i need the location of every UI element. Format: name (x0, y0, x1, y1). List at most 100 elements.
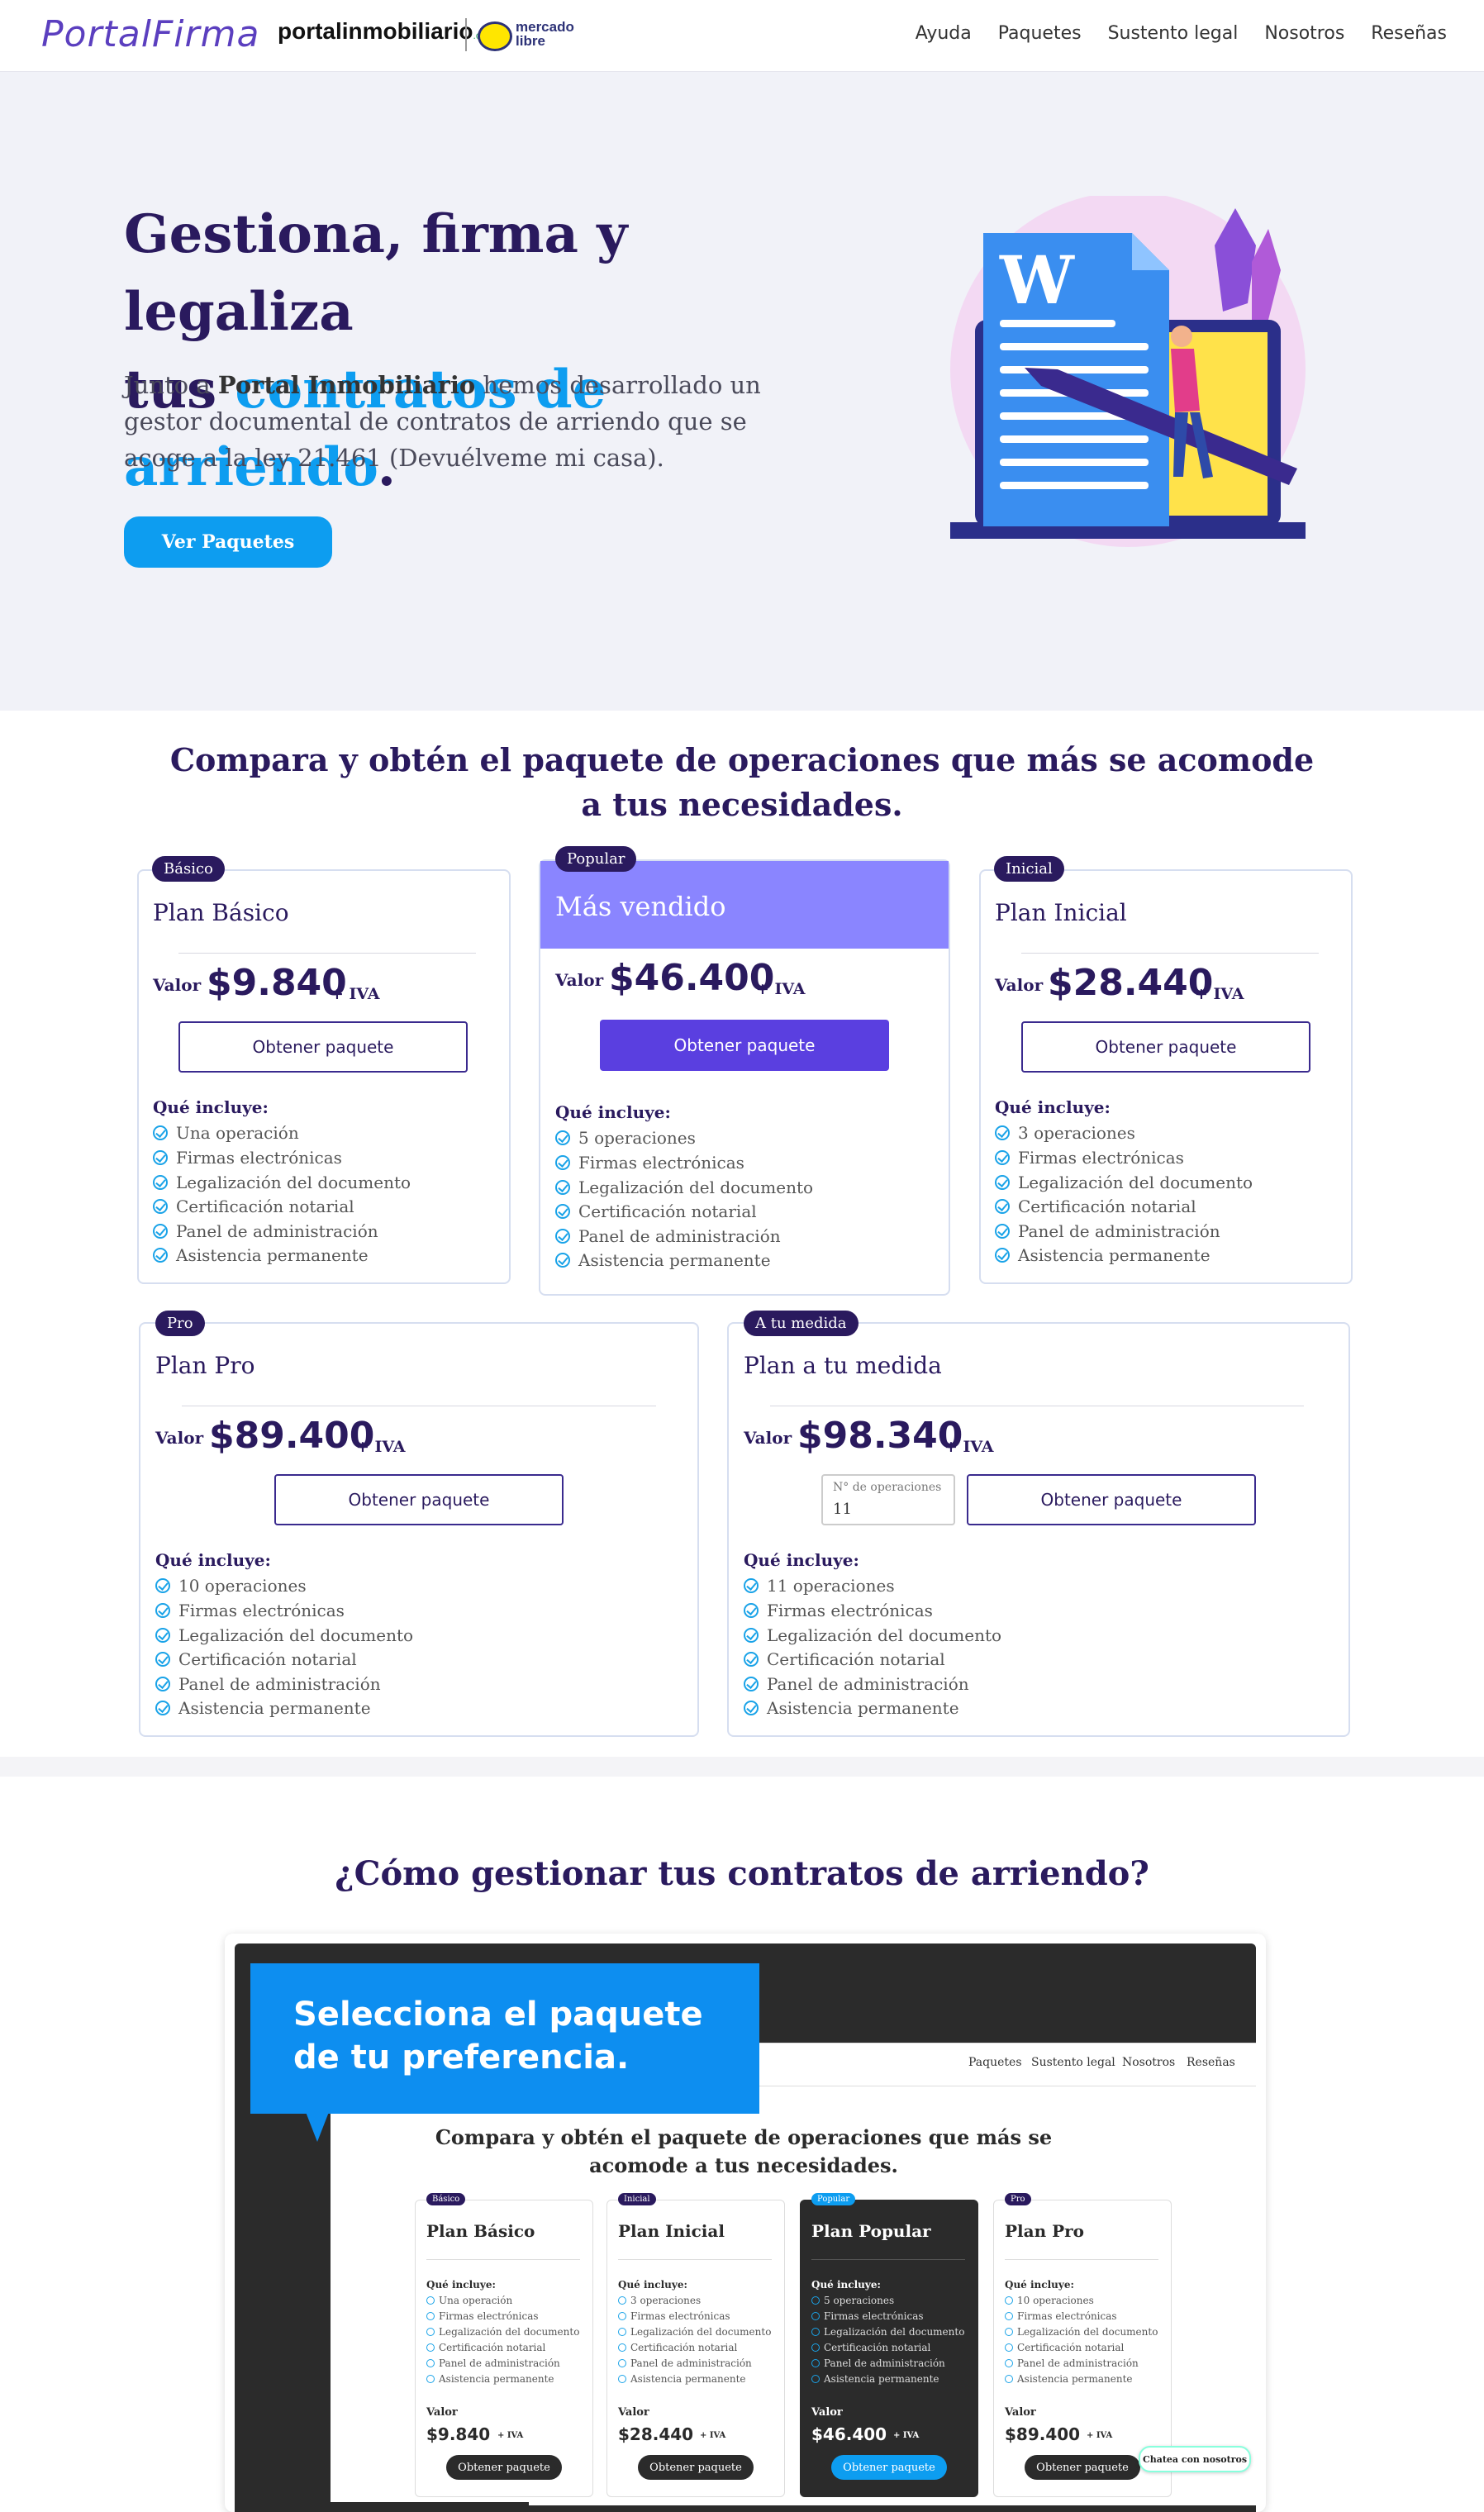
mini-valor-label: Valor (1005, 2406, 1036, 2419)
mini-plan-price: $28.440 (618, 2424, 694, 2444)
check-icon (744, 1701, 759, 1715)
check-icon (555, 1229, 570, 1244)
feature-text: Legalización del documento (767, 1625, 1002, 1645)
mini-obtener-paquete-button[interactable]: Obtener paquete (638, 2455, 754, 2480)
feature-text: Legalización del documento (178, 1625, 414, 1645)
check-icon (618, 2359, 626, 2367)
mini-nav-resenas: Reseñas (1187, 2056, 1235, 2069)
obtener-paquete-button[interactable]: Obtener paquete (600, 1020, 889, 1071)
feature-item: Certificación notarial (155, 1649, 357, 1669)
check-icon (995, 1150, 1010, 1165)
check-icon (155, 1628, 170, 1643)
mini-includes-label: Qué incluye: (618, 2279, 687, 2291)
mini-feature-item: Asistencia permanente (811, 2373, 939, 2385)
mini-includes-label: Qué incluye: (426, 2279, 496, 2291)
obtener-paquete-button[interactable]: Obtener paquete (1021, 1021, 1310, 1073)
feature-item: 11 operaciones (744, 1576, 895, 1596)
nav-nosotros[interactable]: Nosotros (1264, 23, 1344, 44)
divider (178, 953, 476, 954)
plan-name: Plan Inicial (995, 899, 1127, 926)
callout-text: Selecciona el paquete de tu preferencia. (293, 1996, 703, 2077)
mini-feature-item: 3 operaciones (618, 2295, 701, 2306)
mini-feature-item: Panel de administración (618, 2357, 752, 2369)
feature-text: Asistencia permanente (176, 1245, 369, 1265)
feature-text: 3 operaciones (1018, 1123, 1135, 1143)
operations-count-value: 11 (833, 1501, 852, 1518)
check-icon (153, 1224, 168, 1239)
plan-tag: Pro (155, 1311, 205, 1336)
feature-text: Certificación notarial (767, 1649, 945, 1669)
feature-text: 10 operaciones (178, 1576, 307, 1596)
mini-nav-sustento: Sustento legal (1031, 2056, 1115, 2069)
check-icon (995, 1125, 1010, 1140)
mini-feature-item: Asistencia permanente (618, 2373, 746, 2385)
chat-button[interactable]: Chatea con nosotros (1139, 2446, 1251, 2472)
feature-text: 11 operaciones (767, 1576, 895, 1596)
feature-item: 5 operaciones (555, 1128, 696, 1148)
mini-nav-nosotros: Nosotros (1122, 2056, 1176, 2069)
feature-item: 3 operaciones (995, 1123, 1135, 1143)
mini-plan-name: Plan Básico (426, 2221, 535, 2241)
operations-count-label: N° de operaciones (833, 1481, 942, 1494)
mini-plan-name: Plan Inicial (618, 2221, 725, 2241)
mini-iva-label: + IVA (700, 2431, 726, 2440)
obtener-paquete-button[interactable]: Obtener paquete (967, 1474, 1256, 1525)
mini-feature-text: Legalización del documento (630, 2326, 772, 2338)
iva-label: + IVA (331, 985, 380, 1003)
nav-ayuda[interactable]: Ayuda (916, 23, 972, 44)
feature-text: Panel de administración (176, 1221, 378, 1241)
valor-label: Valor (555, 970, 604, 990)
mini-obtener-paquete-button[interactable]: Obtener paquete (446, 2455, 562, 2480)
nav-resenas[interactable]: Reseñas (1371, 23, 1447, 44)
mini-feature-item: Asistencia permanente (426, 2373, 554, 2385)
portalinmobiliario-logo[interactable]: portalinmobiliario.com (278, 18, 494, 45)
feature-item: Firmas electrónicas (155, 1601, 345, 1620)
hero-desc-pre: Junto a (124, 371, 218, 399)
mini-feature-text: Asistencia permanente (1017, 2373, 1133, 2385)
feature-text: Firmas electrónicas (178, 1601, 345, 1620)
mini-feature-text: Asistencia permanente (439, 2373, 554, 2385)
includes-label: Qué incluye: (995, 1097, 1111, 1117)
feature-item: Panel de administración (744, 1674, 969, 1694)
ver-paquetes-button[interactable]: Ver Paquetes (124, 516, 332, 568)
feature-text: 5 operaciones (578, 1128, 696, 1148)
mini-feature-text: Firmas electrónicas (439, 2310, 539, 2322)
portalinmobiliario-logo-text: portalinmobiliario (278, 18, 473, 44)
portalfirma-logo[interactable]: PortalFirma (41, 13, 259, 55)
feature-text: Asistencia permanente (767, 1698, 959, 1718)
check-icon (1005, 2375, 1013, 2383)
mini-feature-text: 5 operaciones (824, 2295, 895, 2306)
mini-feature-text: Legalización del documento (1017, 2326, 1158, 2338)
hero-desc-bold: Portal Inmobiliario (217, 371, 476, 399)
iva-label: + IVA (1195, 985, 1244, 1003)
mini-feature-item: Legalización del documento (811, 2326, 964, 2338)
valor-label: Valor (995, 975, 1044, 995)
document-illustration: W (950, 196, 1306, 547)
feature-text: Asistencia permanente (1018, 1245, 1211, 1265)
nav-paquetes[interactable]: Paquetes (998, 23, 1082, 44)
obtener-paquete-button[interactable]: Obtener paquete (178, 1021, 468, 1073)
section-separator (0, 1757, 1484, 1777)
mini-feature-text: Legalización del documento (439, 2326, 580, 2338)
operations-count-input[interactable]: N° de operaciones 11 (821, 1474, 955, 1525)
mini-valor-label: Valor (426, 2406, 458, 2419)
mini-feature-item: Legalización del documento (1005, 2326, 1158, 2338)
mini-obtener-paquete-button[interactable]: Obtener paquete (831, 2455, 947, 2480)
mini-obtener-paquete-button[interactable]: Obtener paquete (1025, 2455, 1140, 2480)
mini-plan-price: $89.400 (1005, 2424, 1081, 2444)
mini-feature-item: Certificación notarial (811, 2342, 930, 2353)
check-icon (155, 1578, 170, 1593)
hero-section: Gestiona, firma y legaliza tus contratos… (0, 72, 1484, 711)
obtener-paquete-button[interactable]: Obtener paquete (274, 1474, 564, 1525)
feature-text: Panel de administración (767, 1674, 969, 1694)
feature-item: Firmas electrónicas (153, 1148, 342, 1168)
feature-item: Legalización del documento (153, 1173, 411, 1192)
feature-item: Certificación notarial (555, 1201, 757, 1221)
feature-item: Asistencia permanente (153, 1245, 369, 1265)
mercadolibre-logo[interactable]: mercado libre (516, 20, 574, 48)
check-icon (744, 1677, 759, 1691)
check-icon (811, 2296, 820, 2305)
check-icon (1005, 2296, 1013, 2305)
nav-sustento-legal[interactable]: Sustento legal (1108, 23, 1239, 44)
includes-label: Qué incluye: (744, 1550, 859, 1570)
